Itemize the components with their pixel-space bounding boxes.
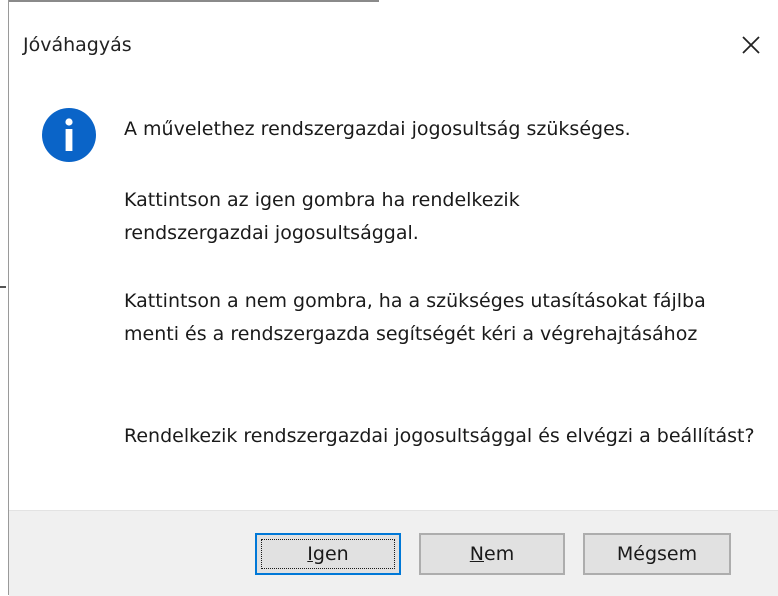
close-button[interactable] — [732, 26, 770, 64]
close-icon — [742, 36, 760, 54]
no-button-mnemonic: N — [469, 543, 484, 565]
cancel-button-label: Mégsem — [616, 543, 698, 565]
message-line-3: Kattintson a nem gombra, ha a szükséges … — [124, 290, 706, 345]
backdrop-edge-mark — [0, 286, 6, 288]
no-button[interactable]: Nem — [419, 533, 565, 575]
yes-button[interactable]: Igen — [255, 533, 401, 575]
yes-button-label: gen — [312, 543, 349, 565]
button-bar: Igen Nem Mégsem — [9, 510, 778, 596]
cancel-button[interactable]: Mégsem — [583, 533, 731, 575]
message-line-4: Rendelkezik rendszergazdai jogosultságga… — [124, 425, 755, 447]
message-line-2: Kattintson az igen gombra ha rendelkezik… — [124, 189, 520, 244]
dialog-content: A művelethez rendszergazdai jogosultság … — [9, 80, 778, 500]
no-button-label: em — [484, 543, 515, 565]
info-icon — [42, 108, 96, 162]
title-bar[interactable]: Jóváhagyás — [9, 0, 778, 80]
dialog-title: Jóváhagyás — [23, 34, 132, 56]
confirmation-dialog: Jóváhagyás A művelethez rendszergazdai j… — [8, 0, 778, 596]
message-line-1: A művelethez rendszergazdai jogosultság … — [124, 118, 631, 140]
